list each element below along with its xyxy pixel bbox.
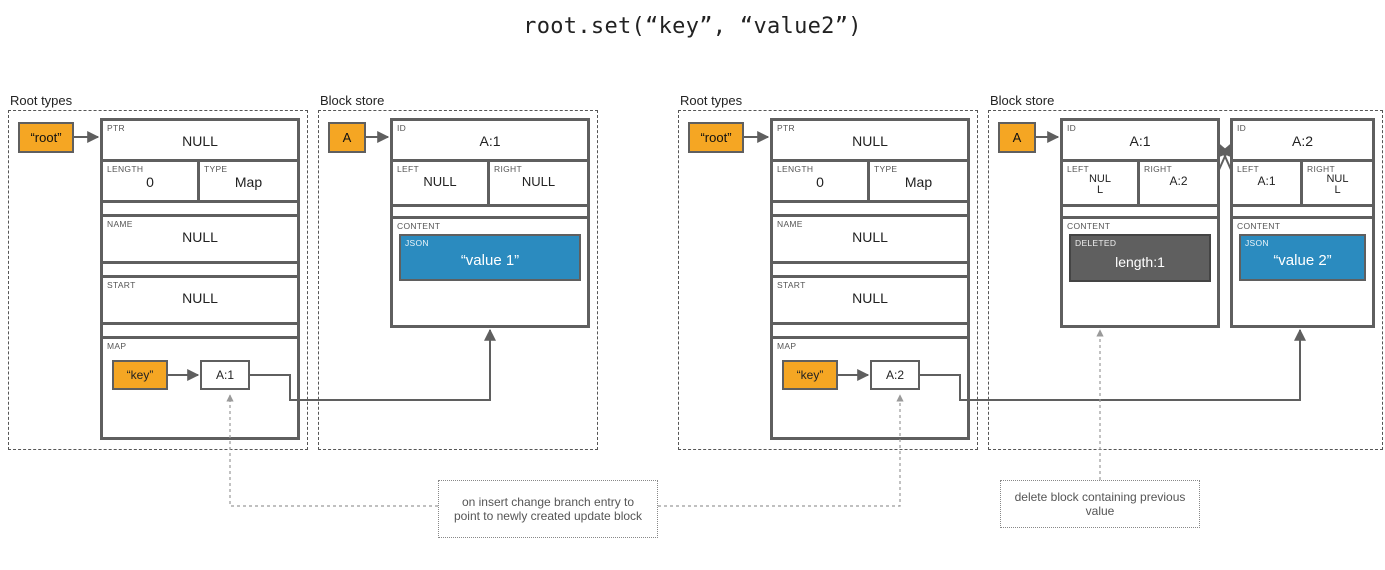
note-delete: delete block containing previous value bbox=[1000, 480, 1200, 528]
block-a2-rightcell-right: RIGHT NUL L bbox=[1300, 159, 1375, 207]
root-start-left: START NULL bbox=[100, 275, 300, 325]
block-a1-left-left: LEFT NULL bbox=[390, 159, 490, 207]
root-tag-right: “root” bbox=[688, 122, 744, 153]
block-a-tag-left: A bbox=[328, 122, 366, 153]
label-block-store-left: Block store bbox=[320, 93, 384, 108]
root-map-val-left: A:1 bbox=[200, 360, 250, 390]
root-ptr-left: PTR NULL bbox=[100, 118, 300, 162]
root-length-left: LENGTH 0 bbox=[100, 159, 200, 203]
root-name-right: NAME NULL bbox=[770, 214, 970, 264]
block-a2-id-right: ID A:2 bbox=[1230, 118, 1375, 162]
block-a1-rightcell-right: RIGHT A:2 bbox=[1137, 159, 1220, 207]
block-a-tag-right: A bbox=[998, 122, 1036, 153]
block-a2-content-right: CONTENT JSON “value 2” bbox=[1230, 216, 1375, 328]
block-a1-id-left: ID A:1 bbox=[390, 118, 590, 162]
block-a1-content-right: CONTENT DELETED length:1 bbox=[1060, 216, 1220, 328]
label-root-types-left: Root types bbox=[10, 93, 72, 108]
root-map-key-left: “key” bbox=[112, 360, 168, 390]
root-length-right: LENGTH 0 bbox=[770, 159, 870, 203]
block-a2-leftcell-right: LEFT A:1 bbox=[1230, 159, 1303, 207]
root-tag-left: “root” bbox=[18, 122, 74, 153]
block-a1-json-left: JSON “value 1” bbox=[399, 234, 581, 281]
root-map-key-right: “key” bbox=[782, 360, 838, 390]
block-a1-id-right: ID A:1 bbox=[1060, 118, 1220, 162]
root-ptr-right: PTR NULL bbox=[770, 118, 970, 162]
label-root-types-right: Root types bbox=[680, 93, 742, 108]
block-a1-content-left: CONTENT JSON “value 1” bbox=[390, 216, 590, 328]
block-a1-right-left: RIGHT NULL bbox=[487, 159, 590, 207]
root-type-left: TYPE Map bbox=[197, 159, 300, 203]
block-a1-deleted-right: DELETED length:1 bbox=[1069, 234, 1211, 282]
label-block-store-right: Block store bbox=[990, 93, 1054, 108]
note-insert: on insert change branch entry to point t… bbox=[438, 480, 658, 538]
root-name-left: NAME NULL bbox=[100, 214, 300, 264]
root-start-right: START NULL bbox=[770, 275, 970, 325]
diagram-title: root.set(“key”, “value2”) bbox=[0, 0, 1385, 61]
block-a1-leftcell-right: LEFT NUL L bbox=[1060, 159, 1140, 207]
root-map-val-right: A:2 bbox=[870, 360, 920, 390]
block-a2-json-right: JSON “value 2” bbox=[1239, 234, 1366, 281]
root-type-right: TYPE Map bbox=[867, 159, 970, 203]
